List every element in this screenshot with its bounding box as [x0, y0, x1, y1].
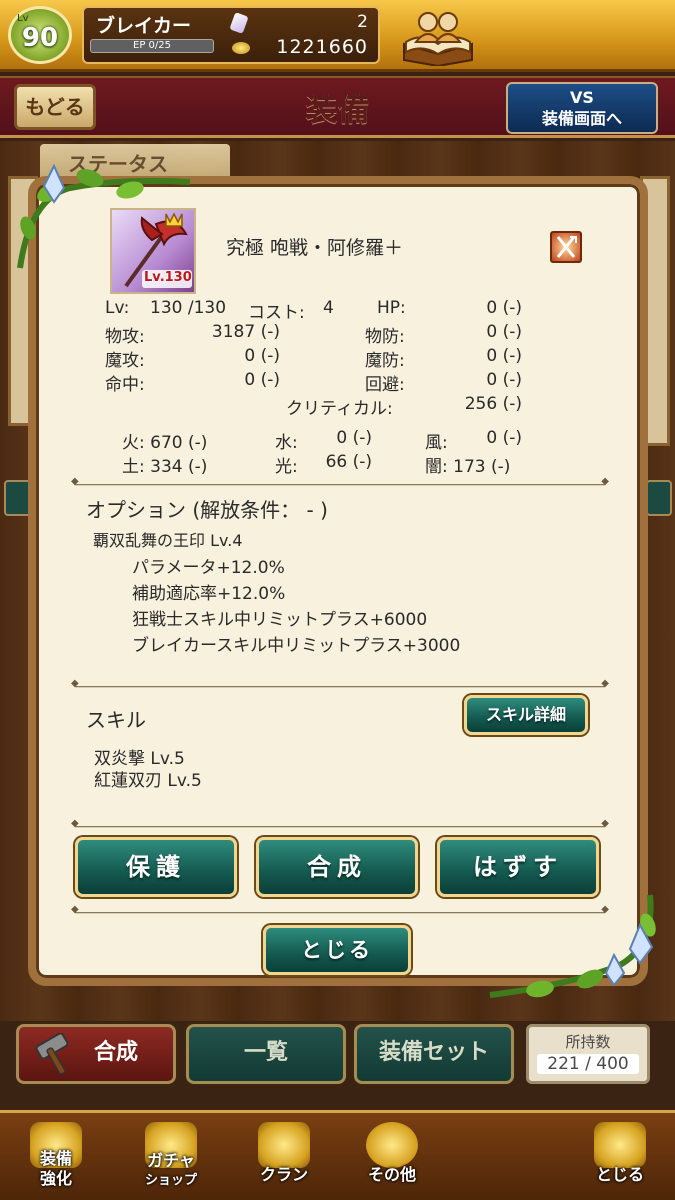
nav-gacha-label1: ガチャ [147, 1151, 195, 1170]
gem-count: 2 [357, 12, 368, 32]
vs-equipment-button[interactable]: VS 装備画面へ [506, 82, 658, 134]
element-fire: 火: 670 (-) [122, 433, 208, 453]
nav-close-label: とじる [595, 1165, 644, 1184]
stat-mdef-label: 魔防: [365, 351, 405, 371]
screen-header: もどる 装備 VS 装備画面へ [0, 76, 675, 138]
gear-icon [366, 1122, 418, 1168]
tab-combine[interactable]: 合成 [16, 1024, 176, 1084]
stat-pdef-value: 0 (-) [486, 322, 522, 342]
skill-item: 紅蓮双刃 Lv.5 [94, 771, 202, 791]
weapon-type-icon [550, 231, 582, 263]
player-info-box: ブレイカー EP 0/25 2 1221660 [82, 6, 380, 64]
option-title: オプション (解放条件： - ) [86, 498, 328, 522]
stat-hp-value: 0 (-) [486, 298, 522, 318]
stat-eva-value: 0 (-) [486, 370, 522, 390]
stat-crit-label: クリティカル: [286, 399, 393, 419]
divider [71, 678, 609, 689]
option-line: 補助適応率+12.0% [132, 584, 286, 604]
option-line: 狂戦士スキル中リミットプラス+6000 [132, 610, 428, 630]
stat-patk-value: 3187 (-) [211, 322, 280, 342]
player-name: ブレイカー [96, 15, 192, 37]
tab-equip-set[interactable]: 装備セット [354, 1024, 514, 1084]
divider [71, 904, 609, 915]
gold-amount: 1221660 [276, 36, 368, 58]
element-light-value: 66 (-) [325, 452, 372, 472]
skill-title: スキル [86, 708, 146, 732]
friends-book-icon[interactable] [398, 4, 478, 68]
nav-other[interactable]: その他 [342, 1118, 442, 1198]
stat-matk-value: 0 (-) [244, 346, 280, 366]
stat-matk-label: 魔攻: [105, 351, 145, 371]
vs-sublabel: 装備画面へ [541, 109, 622, 128]
nav-gacha-label2: ショップ [144, 1173, 197, 1188]
nav-gacha-shop[interactable]: ガチャ ショップ [116, 1118, 226, 1198]
stat-patk-label: 物攻: [105, 327, 145, 347]
element-water-value: 0 (-) [336, 428, 372, 448]
element-earth: 土: 334 (-) [122, 457, 208, 477]
stat-hit-label: 命中: [105, 375, 145, 395]
nav-close[interactable]: とじる [570, 1118, 670, 1198]
combine-button[interactable]: 合成 [256, 837, 418, 897]
stat-hit-value: 0 (-) [244, 370, 280, 390]
element-wind-value: 0 (-) [486, 428, 522, 448]
stat-crit-value: 256 (-) [464, 394, 522, 414]
player-level: 90 [21, 23, 59, 53]
item-name: 究極 咆戦・阿修羅＋ [226, 237, 404, 259]
stat-lv-label: Lv: [105, 298, 130, 318]
nav-clan[interactable]: クラン [234, 1118, 334, 1198]
close-panel-button[interactable]: とじる [263, 925, 411, 975]
unequip-button[interactable]: はずす [437, 837, 599, 897]
gem-icon [229, 12, 249, 34]
skill-detail-button[interactable]: スキル詳細 [464, 695, 588, 735]
item-thumbnail[interactable]: Lv.130 [110, 208, 196, 294]
gold-coin-icon [232, 42, 250, 54]
divider [71, 476, 609, 487]
protect-button[interactable]: 保護 [75, 837, 237, 897]
element-light-label: 光: [275, 457, 298, 477]
stat-cost-label: コスト: [248, 303, 305, 323]
ep-bar: EP 0/25 [90, 39, 214, 53]
stat-eva-label: 回避: [365, 375, 405, 395]
nav-equip-enhance[interactable]: 装備 強化 [8, 1118, 104, 1198]
right-bg-tab [646, 480, 672, 516]
option-line: パラメータ+12.0% [132, 558, 285, 578]
stat-lv-value: 130 /130 [150, 298, 227, 318]
stat-mdef-value: 0 (-) [486, 346, 522, 366]
stat-cost-value: 4 [323, 298, 334, 318]
lion-statue-icon [594, 1122, 646, 1168]
owned-count-box: 所持数 221 / 400 [526, 1024, 650, 1084]
divider [71, 818, 609, 829]
element-water-label: 水: [275, 433, 298, 453]
nav-equip-enhance-label2: 強化 [39, 1169, 72, 1188]
stat-pdef-label: 物防: [365, 327, 405, 347]
tab-list[interactable]: 一覧 [186, 1024, 346, 1084]
element-wind-label: 風: [425, 433, 448, 453]
nav-equip-enhance-label1: 装備 [39, 1149, 72, 1168]
item-thumbnail-level: Lv.130 [144, 270, 192, 285]
nav-other-label: その他 [367, 1165, 416, 1184]
hammer-icon [35, 1033, 69, 1075]
option-line: ブレイカースキル中リミットプラス+3000 [132, 636, 461, 656]
vs-label: VS [570, 88, 594, 107]
nav-clan-label: クラン [259, 1165, 308, 1184]
tab-combine-label: 合成 [93, 1040, 138, 1065]
stat-hp-label: HP: [377, 298, 406, 318]
owned-count-value: 221 / 400 [537, 1054, 639, 1074]
owned-count-label: 所持数 [565, 1033, 611, 1051]
castle-icon [258, 1122, 310, 1168]
element-dark: 闇: 173 (-) [425, 457, 511, 477]
player-level-badge: Lv 90 [8, 6, 72, 64]
vine-decoration-bottom-right [489, 894, 656, 998]
option-name: 覇双乱舞の王印 Lv.4 [93, 531, 243, 550]
